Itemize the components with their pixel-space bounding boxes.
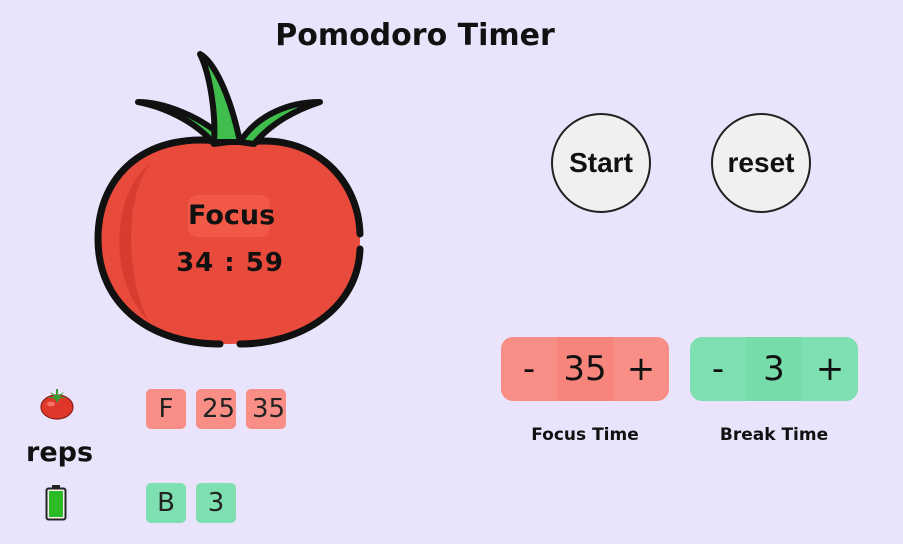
rep-chip-focus-mode: F bbox=[146, 389, 186, 429]
break-time-value: 3 bbox=[746, 337, 802, 401]
break-decrement-button[interactable]: - bbox=[690, 337, 746, 401]
focus-time-stepper: - 35 + bbox=[501, 337, 669, 401]
rep-chip-break-1: 3 bbox=[196, 483, 236, 523]
focus-time-caption: Focus Time bbox=[531, 425, 639, 445]
tomato-icon bbox=[39, 387, 75, 425]
tomato-timer-display: Focus 34 : 59 bbox=[90, 44, 370, 354]
reset-button[interactable]: reset bbox=[711, 113, 811, 213]
break-time-stepper: - 3 + bbox=[690, 337, 858, 401]
reps-label: reps bbox=[26, 437, 94, 468]
timer-countdown: 34 : 59 bbox=[176, 248, 284, 278]
battery-icon bbox=[45, 485, 67, 525]
focus-decrement-button[interactable]: - bbox=[501, 337, 557, 401]
rep-chip-focus-1: 25 bbox=[196, 389, 236, 429]
rep-chip-break-mode: B bbox=[146, 483, 186, 523]
start-button[interactable]: Start bbox=[551, 113, 651, 213]
timer-mode-label: Focus bbox=[188, 195, 275, 237]
focus-time-value: 35 bbox=[557, 337, 613, 401]
rep-chip-focus-2: 35 bbox=[246, 389, 286, 429]
break-increment-button[interactable]: + bbox=[802, 337, 858, 401]
focus-increment-button[interactable]: + bbox=[613, 337, 669, 401]
break-time-caption: Break Time bbox=[719, 425, 829, 445]
